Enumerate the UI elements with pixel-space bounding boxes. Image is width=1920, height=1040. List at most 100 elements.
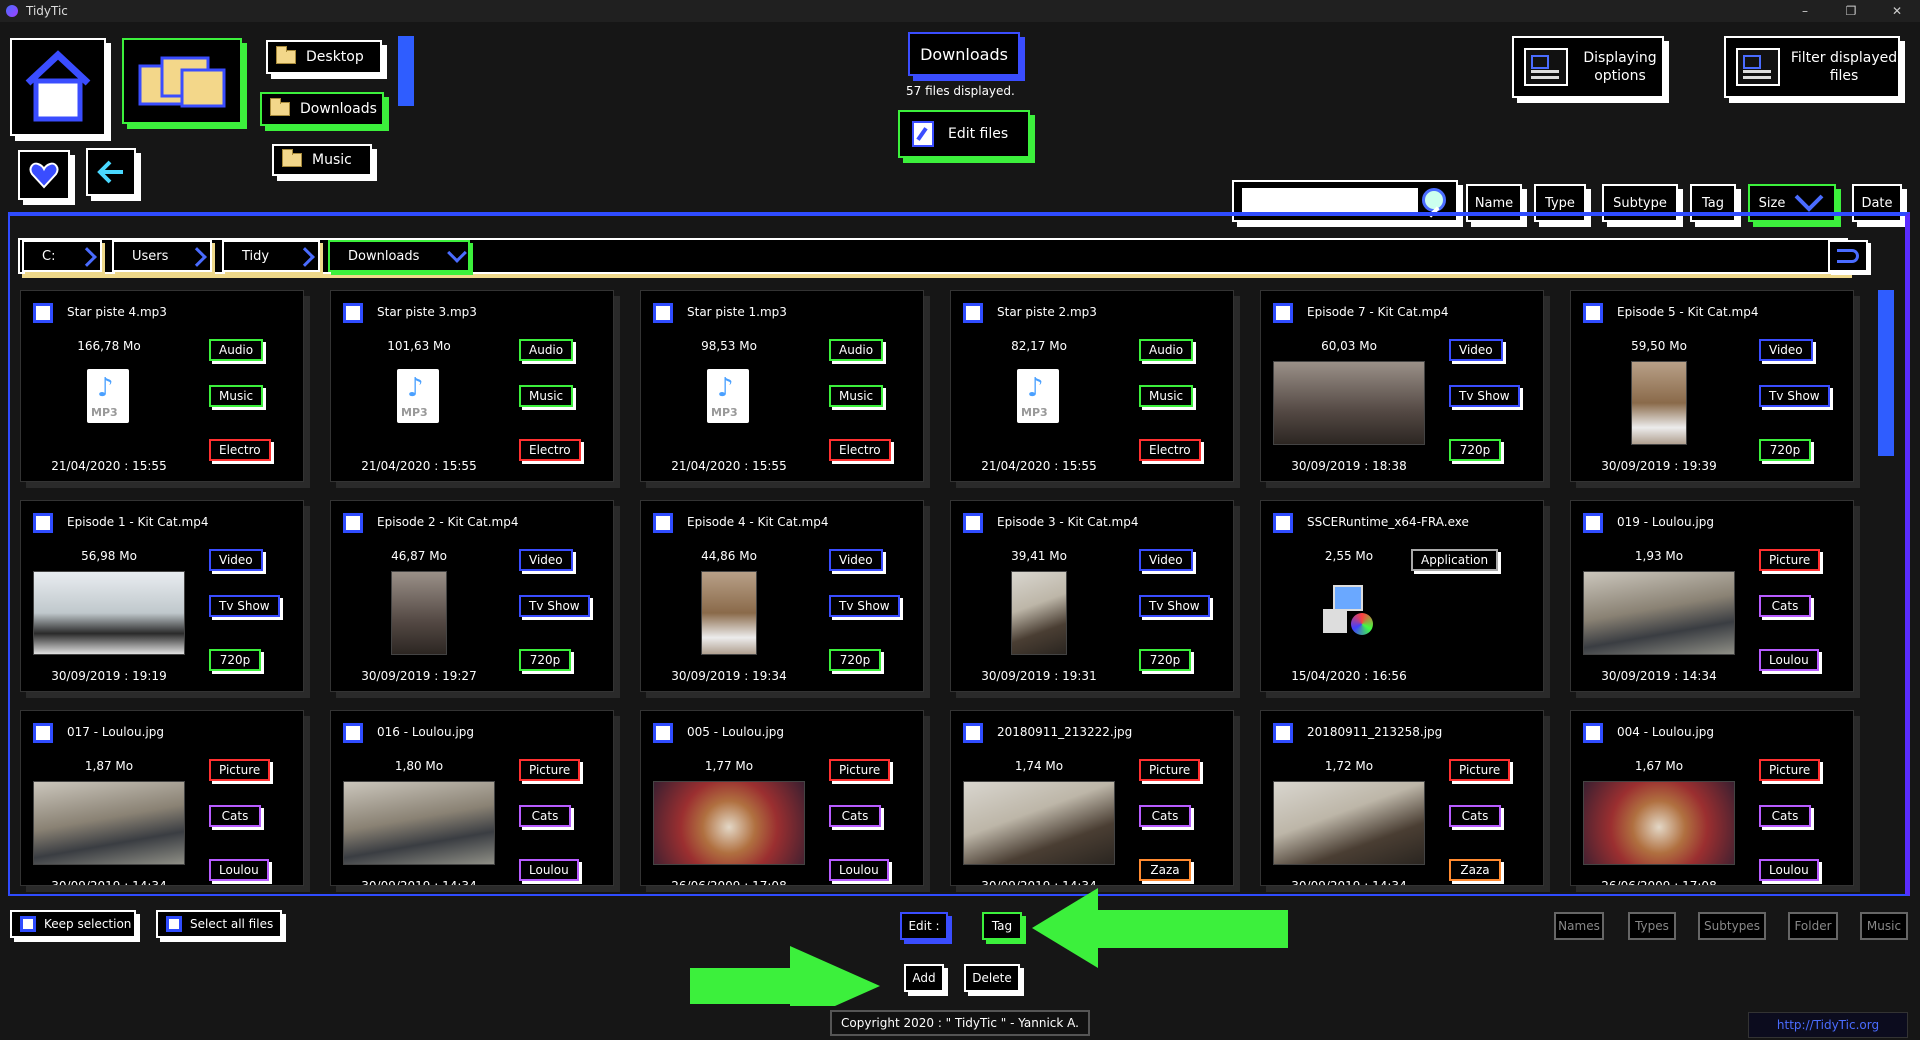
add-button[interactable]: Add	[904, 964, 944, 992]
breadcrumb-drive[interactable]: C:	[22, 240, 102, 272]
file-card[interactable]: 20180911_213258.jpg 1,72 Mo 30/09/2019 : 1…	[1260, 710, 1544, 886]
file-tag[interactable]: Cats	[829, 805, 881, 827]
file-tag[interactable]: Tv Show	[209, 595, 280, 617]
file-card[interactable]: Episode 4 - Kit Cat.mp4 44,86 Mo 30/09/201…	[640, 500, 924, 692]
file-checkbox[interactable]	[1273, 513, 1293, 533]
edit-mode-label[interactable]: Edit :	[900, 912, 948, 940]
website-link[interactable]: http://TidyTic.org	[1748, 1012, 1908, 1038]
filter-files-button[interactable]: Filter displayed files	[1724, 36, 1900, 98]
file-tag[interactable]: Picture	[209, 759, 271, 781]
file-tag[interactable]: Video	[209, 549, 263, 571]
quick-access-desktop[interactable]: Desktop	[266, 40, 382, 74]
file-tag[interactable]: Tv Show	[519, 595, 590, 617]
edit-subtypes-button[interactable]: Subtypes	[1698, 912, 1766, 940]
file-tag[interactable]: Loulou	[209, 859, 269, 881]
select-all-button[interactable]: Select all files	[156, 910, 282, 938]
file-checkbox[interactable]	[1273, 303, 1293, 323]
search-input[interactable]	[1242, 188, 1418, 214]
file-tag[interactable]: Music	[209, 385, 264, 407]
file-checkbox[interactable]	[1583, 723, 1603, 743]
file-tag[interactable]: Video	[1139, 549, 1193, 571]
file-tag[interactable]: Loulou	[519, 859, 579, 881]
file-tag[interactable]: 720p	[829, 649, 881, 671]
file-tag[interactable]: Audio	[519, 339, 574, 361]
folders-button[interactable]	[122, 38, 242, 124]
file-tag[interactable]: Video	[1759, 339, 1813, 361]
tag-button[interactable]: Tag	[982, 912, 1022, 940]
file-checkbox[interactable]	[653, 723, 673, 743]
edit-music-button[interactable]: Music	[1860, 912, 1908, 940]
file-tag[interactable]: Zaza	[1139, 859, 1191, 881]
home-button[interactable]	[10, 38, 106, 136]
file-card[interactable]: 005 - Loulou.jpg 1,77 Mo 26/06/2009 : 17:0…	[640, 710, 924, 886]
file-tag[interactable]: Music	[1139, 385, 1194, 407]
file-tag[interactable]: Video	[1449, 339, 1503, 361]
favorites-button[interactable]	[18, 150, 70, 200]
file-card[interactable]: 016 - Loulou.jpg 1,80 Mo 30/09/2019 : 14:3…	[330, 710, 614, 886]
file-checkbox[interactable]	[963, 513, 983, 533]
file-card[interactable]: 20180911_213222.jpg 1,74 Mo 30/09/2019 : 1…	[950, 710, 1234, 886]
close-button[interactable]: ✕	[1874, 0, 1920, 22]
file-tag[interactable]: Electro	[209, 439, 271, 461]
minimize-button[interactable]: –	[1782, 0, 1828, 22]
file-checkbox[interactable]	[33, 303, 53, 323]
file-card[interactable]: Star piste 3.mp3 101,63 Mo 21/04/2020 : 15…	[330, 290, 614, 482]
file-tag[interactable]: Picture	[1449, 759, 1511, 781]
file-tag[interactable]: Cats	[1139, 805, 1191, 827]
file-tag[interactable]: Application	[1411, 549, 1499, 571]
back-button[interactable]	[86, 148, 136, 196]
file-tag[interactable]: Cats	[209, 805, 261, 827]
file-tag[interactable]: 720p	[209, 649, 261, 671]
file-tag[interactable]: Audio	[1139, 339, 1194, 361]
file-checkbox[interactable]	[1583, 303, 1603, 323]
quick-access-scrollbar[interactable]	[398, 36, 414, 106]
file-checkbox[interactable]	[1273, 723, 1293, 743]
file-tag[interactable]: Picture	[519, 759, 581, 781]
file-tag[interactable]: Loulou	[829, 859, 889, 881]
edit-files-button[interactable]: Edit files	[898, 110, 1030, 158]
breadcrumb-downloads[interactable]: Downloads	[328, 240, 470, 272]
file-tag[interactable]: Electro	[829, 439, 891, 461]
file-tag[interactable]: Music	[829, 385, 884, 407]
file-checkbox[interactable]	[963, 723, 983, 743]
file-checkbox[interactable]	[653, 513, 673, 533]
edit-types-button[interactable]: Types	[1628, 912, 1676, 940]
file-tag[interactable]: 720p	[1139, 649, 1191, 671]
file-tag[interactable]: Picture	[829, 759, 891, 781]
quick-access-music[interactable]: Music	[272, 144, 372, 176]
file-card[interactable]: Episode 5 - Kit Cat.mp4 59,50 Mo 30/09/201…	[1570, 290, 1854, 482]
file-tag[interactable]: Picture	[1759, 549, 1821, 571]
file-tag[interactable]: Zaza	[1449, 859, 1501, 881]
quick-access-downloads[interactable]: Downloads	[260, 92, 384, 126]
files-scrollbar[interactable]	[1878, 290, 1894, 456]
edit-names-button[interactable]: Names	[1554, 912, 1604, 940]
file-checkbox[interactable]	[343, 723, 363, 743]
file-card[interactable]: Star piste 1.mp3 98,53 Mo 21/04/2020 : 15:…	[640, 290, 924, 482]
file-card[interactable]: Episode 2 - Kit Cat.mp4 46,87 Mo 30/09/201…	[330, 500, 614, 692]
file-card[interactable]: Episode 1 - Kit Cat.mp4 56,98 Mo 30/09/201…	[20, 500, 304, 692]
undo-button[interactable]	[1828, 240, 1868, 272]
keep-selection-button[interactable]: Keep selection	[10, 910, 136, 938]
breadcrumb-users[interactable]: Users	[112, 240, 212, 272]
file-tag[interactable]: Picture	[1139, 759, 1201, 781]
file-tag[interactable]: 720p	[1759, 439, 1811, 461]
breadcrumb-tidy[interactable]: Tidy	[222, 240, 320, 272]
file-tag[interactable]: Loulou	[1759, 859, 1819, 881]
file-tag[interactable]: Video	[519, 549, 573, 571]
file-card[interactable]: 004 - Loulou.jpg 1,67 Mo 26/06/2009 : 17:0…	[1570, 710, 1854, 886]
file-checkbox[interactable]	[343, 303, 363, 323]
file-checkbox[interactable]	[653, 303, 673, 323]
file-checkbox[interactable]	[33, 513, 53, 533]
file-tag[interactable]: Cats	[1449, 805, 1501, 827]
file-tag[interactable]: 720p	[519, 649, 571, 671]
file-tag[interactable]: Audio	[829, 339, 884, 361]
file-tag[interactable]: Picture	[1759, 759, 1821, 781]
file-tag[interactable]: Tv Show	[1759, 385, 1830, 407]
file-card[interactable]: SSCERuntime_x64-FRA.exe 2,55 Mo 15/04/2020…	[1260, 500, 1544, 692]
file-tag[interactable]: Electro	[519, 439, 581, 461]
file-card[interactable]: Star piste 2.mp3 82,17 Mo 21/04/2020 : 15:…	[950, 290, 1234, 482]
file-tag[interactable]: Loulou	[1759, 649, 1819, 671]
file-tag[interactable]: Tv Show	[829, 595, 900, 617]
file-checkbox[interactable]	[33, 723, 53, 743]
file-tag[interactable]: 720p	[1449, 439, 1501, 461]
